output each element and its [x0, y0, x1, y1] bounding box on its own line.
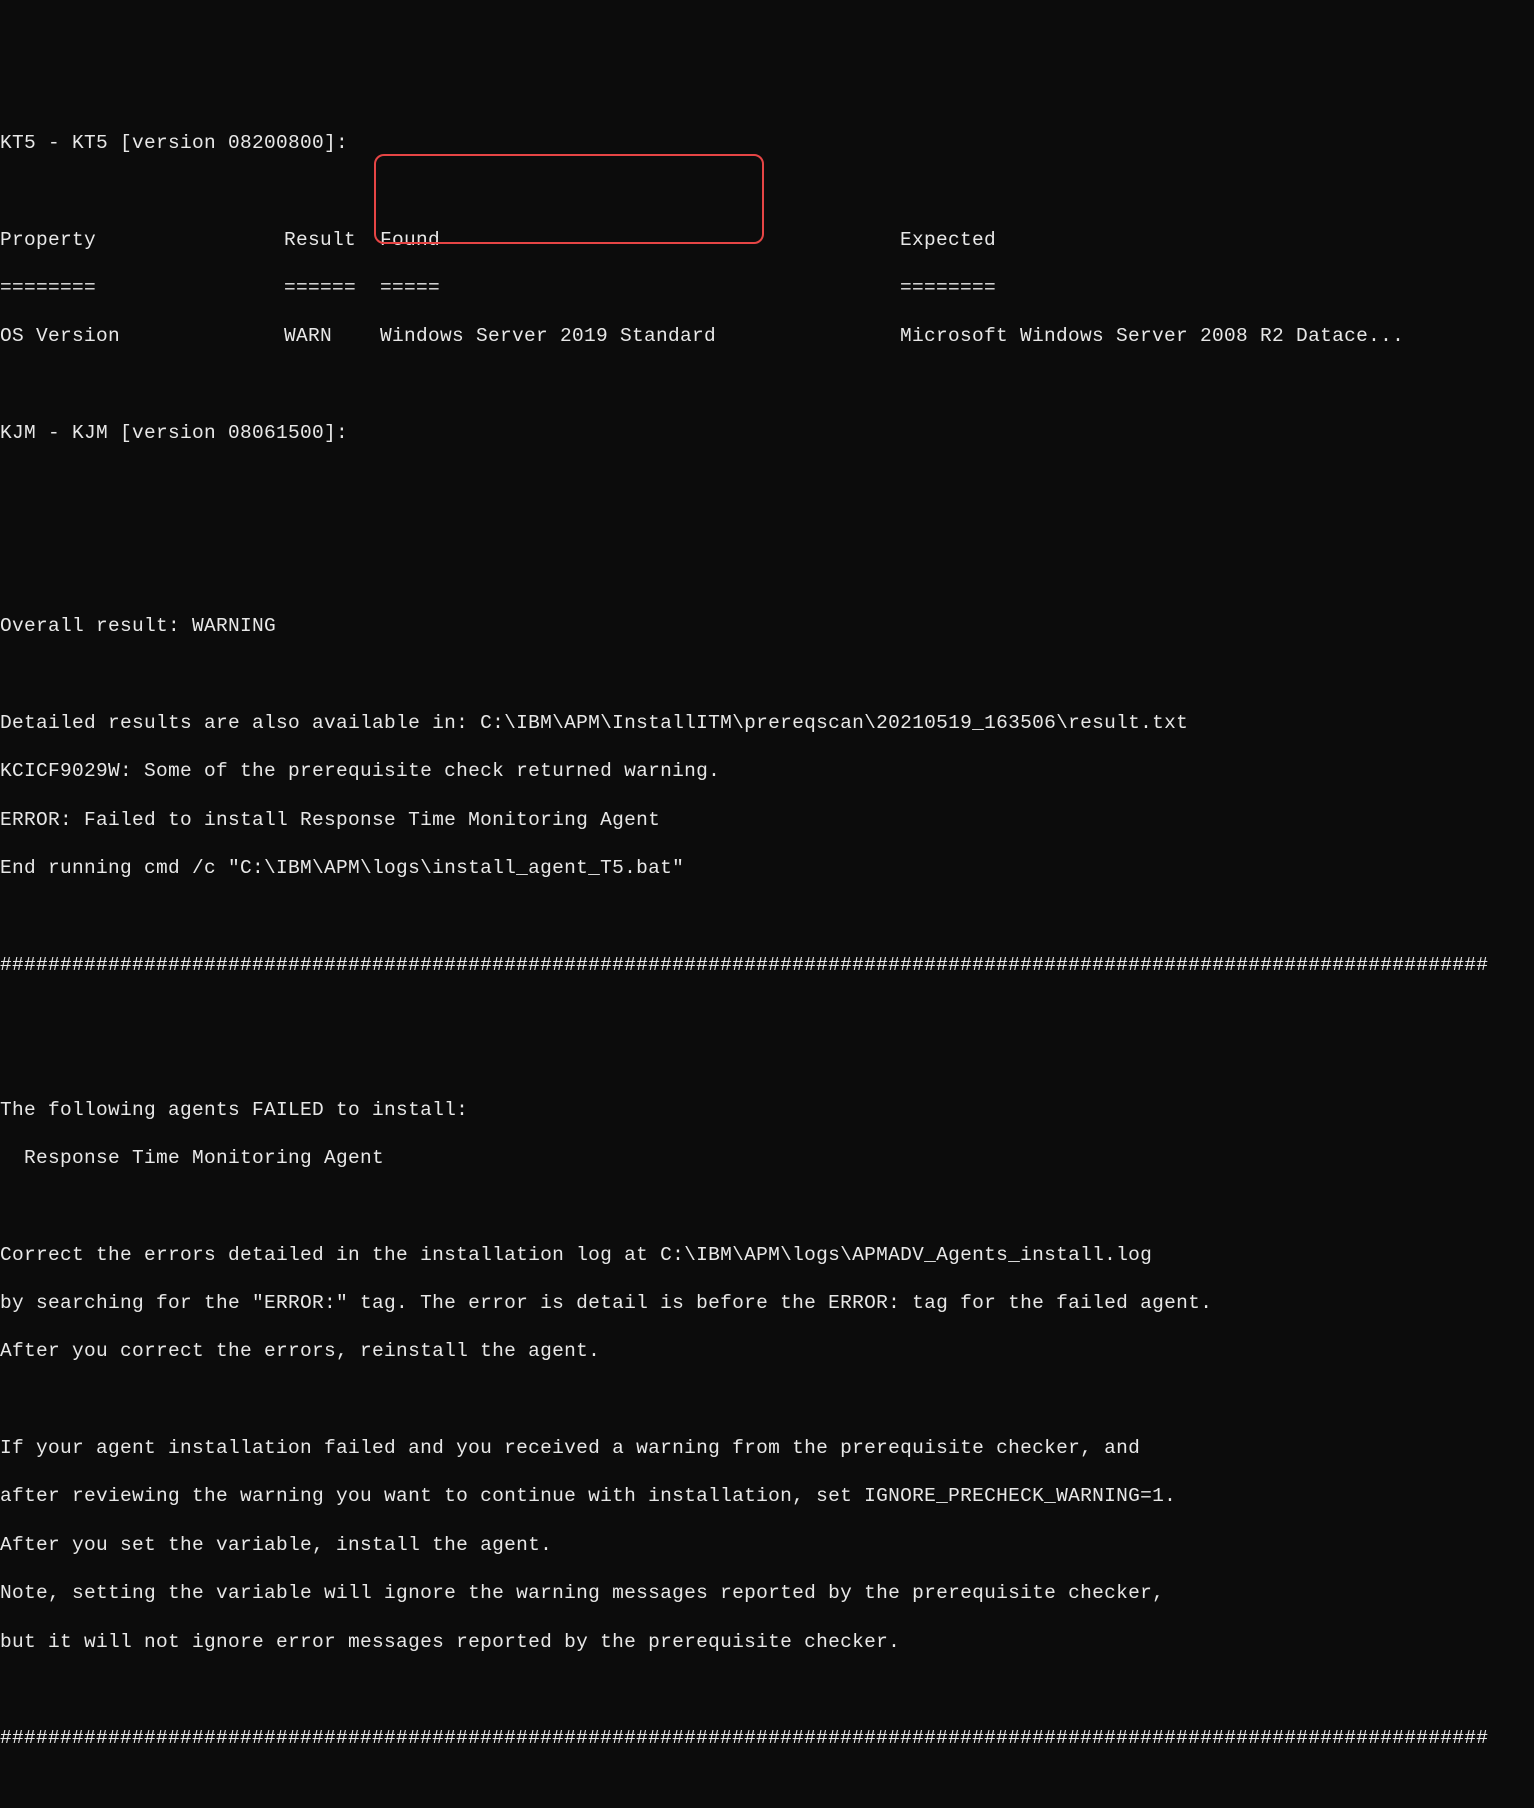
- correct-errors-3: After you correct the errors, reinstall …: [0, 1339, 1534, 1363]
- blank-line: [0, 469, 1534, 493]
- cell-result: WARN: [284, 324, 380, 348]
- note-1: Note, setting the variable will ignore t…: [0, 1581, 1534, 1605]
- blank-line: [0, 179, 1534, 203]
- header-kjm: KJM - KJM [version 08061500]:: [0, 421, 1534, 445]
- col-property-header: Property: [0, 228, 284, 252]
- sep-property: ========: [0, 276, 284, 300]
- sep-result: ======: [284, 276, 380, 300]
- col-found-header: Found: [380, 228, 900, 252]
- if-agent-1: If your agent installation failed and yo…: [0, 1436, 1534, 1460]
- terminal-output: KT5 - KT5 [version 08200800]: PropertyRe…: [0, 97, 1534, 1799]
- cell-found: Windows Server 2019 Standard: [380, 324, 900, 348]
- correct-errors-1: Correct the errors detailed in the insta…: [0, 1243, 1534, 1267]
- end-running-line: End running cmd /c "C:\IBM\APM\logs\inst…: [0, 856, 1534, 880]
- blank-line: [0, 1001, 1534, 1025]
- failed-agents-header: The following agents FAILED to install:: [0, 1098, 1534, 1122]
- if-agent-2: after reviewing the warning you want to …: [0, 1484, 1534, 1508]
- note-2: but it will not ignore error messages re…: [0, 1630, 1534, 1654]
- hash-divider: ########################################…: [0, 1726, 1534, 1750]
- kcicf-warning: KCICF9029W: Some of the prerequisite che…: [0, 759, 1534, 783]
- failed-agent-item: Response Time Monitoring Agent: [0, 1146, 1534, 1170]
- sep-found: =====: [380, 276, 900, 300]
- col-result-header: Result: [284, 228, 380, 252]
- header-kt5: KT5 - KT5 [version 08200800]:: [0, 131, 1534, 155]
- table-data-row: OS VersionWARNWindows Server 2019 Standa…: [0, 324, 1534, 348]
- cell-property: OS Version: [0, 324, 284, 348]
- table-header-row: PropertyResultFoundExpected: [0, 228, 1534, 252]
- overall-result: Overall result: WARNING: [0, 614, 1534, 638]
- correct-errors-2: by searching for the "ERROR:" tag. The e…: [0, 1291, 1534, 1315]
- blank-line: [0, 1388, 1534, 1412]
- blank-line: [0, 373, 1534, 397]
- blank-line: [0, 904, 1534, 928]
- blank-line: [0, 1049, 1534, 1073]
- blank-line: [0, 518, 1534, 542]
- if-agent-3: After you set the variable, install the …: [0, 1533, 1534, 1557]
- hash-divider: ########################################…: [0, 953, 1534, 977]
- col-expected-header: Expected: [900, 228, 996, 252]
- table-separator-row: ===========================: [0, 276, 1534, 300]
- sep-expected: ========: [900, 276, 996, 300]
- cell-expected: Microsoft Windows Server 2008 R2 Datace.…: [900, 324, 1404, 348]
- blank-line: [0, 663, 1534, 687]
- blank-line: [0, 1194, 1534, 1218]
- detailed-results-path: Detailed results are also available in: …: [0, 711, 1534, 735]
- error-line: ERROR: Failed to install Response Time M…: [0, 808, 1534, 832]
- blank-line: [0, 566, 1534, 590]
- blank-line: [0, 1678, 1534, 1702]
